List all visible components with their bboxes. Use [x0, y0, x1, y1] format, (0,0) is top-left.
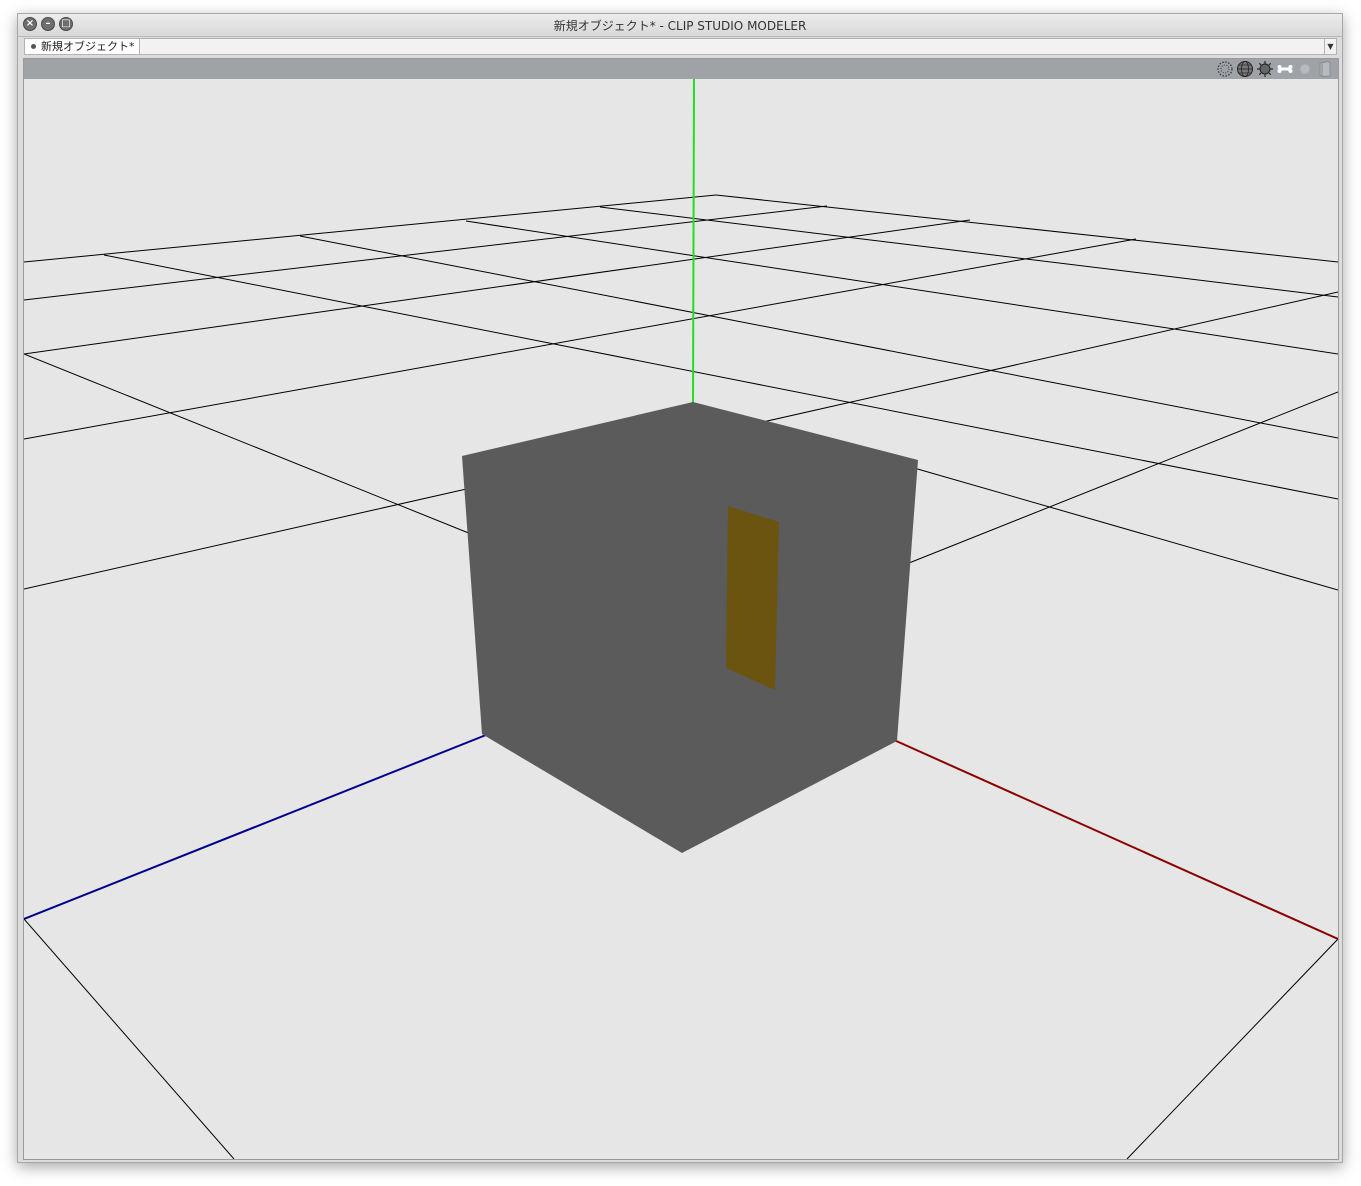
document-tab[interactable]: 新規オブジェクト*: [25, 39, 140, 54]
bone-icon[interactable]: [1276, 60, 1294, 78]
app-window: × – □ 新規オブジェクト* - CLIP STUDIO MODELER 新規…: [17, 13, 1343, 1163]
3d-viewport[interactable]: [23, 58, 1339, 1160]
title-bar[interactable]: × – □ 新規オブジェクト* - CLIP STUDIO MODELER: [18, 14, 1342, 37]
3d-scene[interactable]: [24, 79, 1338, 1159]
tab-dot-icon: [31, 43, 36, 49]
hidden-object-icon[interactable]: [1296, 60, 1314, 78]
tab-list-dropdown[interactable]: ▼: [1324, 39, 1336, 54]
window-title: 新規オブジェクト* - CLIP STUDIO MODELER: [553, 19, 807, 33]
flag-icon[interactable]: [1316, 60, 1334, 78]
document-tab-bar: 新規オブジェクト* ▼: [24, 38, 1337, 55]
y-axis-line: [692, 79, 695, 405]
vertex-display-icon[interactable]: [1216, 60, 1234, 78]
selected-face[interactable]: [726, 506, 779, 690]
document-tab-label: 新規オブジェクト*: [41, 40, 135, 53]
viewport-toolbar: [24, 59, 1338, 79]
light-gear-icon[interactable]: [1256, 60, 1274, 78]
wireframe-sphere-icon[interactable]: [1236, 60, 1254, 78]
